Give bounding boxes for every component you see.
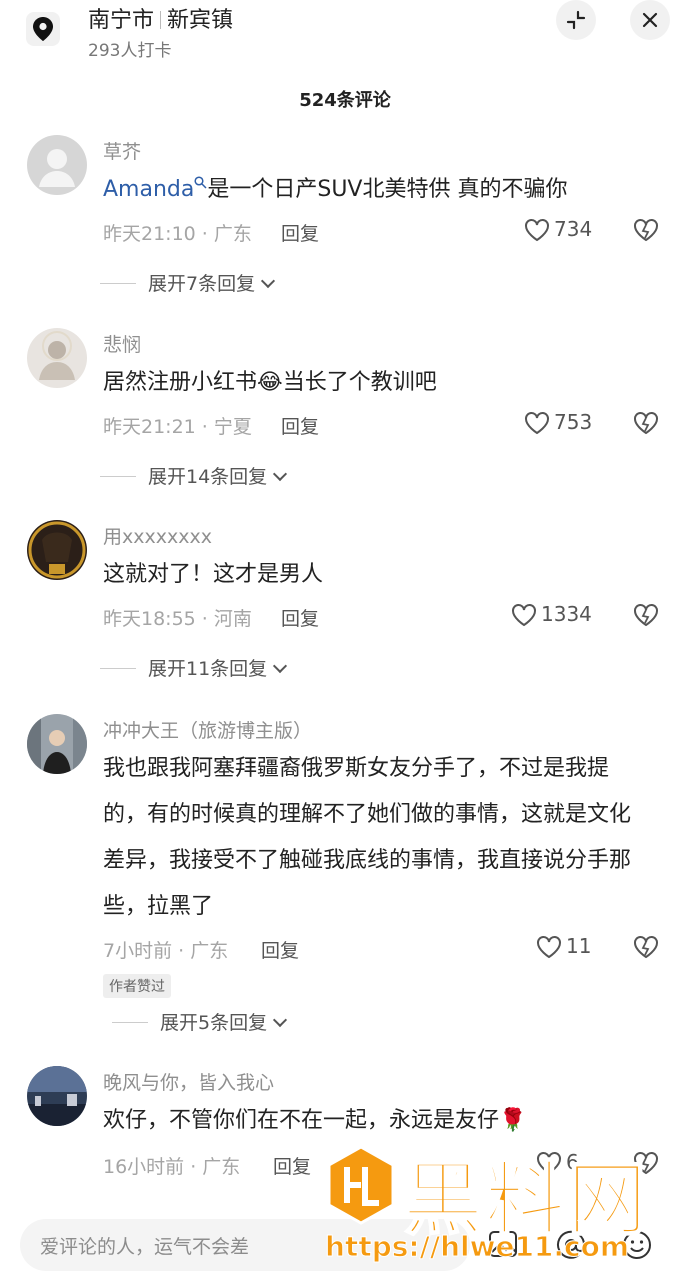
mention-link[interactable]: Amanda xyxy=(103,177,194,202)
dislike-button[interactable] xyxy=(632,410,660,440)
comment-username[interactable]: 悲悯 xyxy=(103,330,141,357)
dislike-button[interactable] xyxy=(632,217,660,247)
avatar[interactable] xyxy=(27,520,87,580)
comment-text: 我也跟我阿塞拜疆裔俄罗斯女友分手了，不过是我提的，有的时候真的理解不了她们做的事… xyxy=(103,756,632,919)
comment-username[interactable]: 冲冲大王（旅游博主版） xyxy=(103,716,312,743)
heart-icon xyxy=(525,412,549,435)
chevron-down-icon xyxy=(273,466,288,482)
close-icon xyxy=(642,12,658,28)
comment-meta: 昨天18:55 · 河南 xyxy=(103,608,252,630)
divider xyxy=(112,1022,148,1023)
input-placeholder: 爱评论的人，运气不会差 xyxy=(40,1236,250,1258)
comment-username[interactable]: 草芥 xyxy=(103,137,141,164)
like-button[interactable]: 11 xyxy=(536,934,591,959)
heart-icon xyxy=(512,604,536,627)
search-icon xyxy=(194,176,207,189)
expand-replies-button[interactable]: 展开7条回复 xyxy=(100,269,276,296)
author-liked-badge: 作者赞过 xyxy=(103,974,171,998)
dislike-heart-icon xyxy=(634,412,658,435)
expand-label: 展开14条回复 xyxy=(148,466,268,488)
town-name: 新宾镇 xyxy=(167,8,234,33)
avatar[interactable] xyxy=(27,328,87,388)
comment-username[interactable]: 用xxxxxxxx xyxy=(103,522,212,549)
collapse-button[interactable] xyxy=(556,0,596,40)
image-button[interactable] xyxy=(488,1230,518,1262)
emoji-button[interactable] xyxy=(622,1230,652,1264)
like-button[interactable]: 6 xyxy=(536,1150,579,1175)
comment-input-bar: 爱评论的人，运气不会差 xyxy=(0,1205,690,1280)
reply-button[interactable]: 回复 xyxy=(273,1152,311,1179)
avatar[interactable] xyxy=(27,714,87,774)
like-count: 6 xyxy=(566,1150,579,1174)
avatar[interactable] xyxy=(27,135,87,195)
comment-text: 居然注册小红书😂当长了个教训吧 xyxy=(103,360,663,406)
dislike-heart-icon xyxy=(634,936,658,959)
expand-replies-button[interactable]: 展开14条回复 xyxy=(100,462,288,489)
comment-text: 这就对了！这才是男人 xyxy=(103,562,324,587)
location-header: 南宁市 新宾镇 293人打卡 xyxy=(0,0,690,75)
comment-meta: 16小时前 · 广东 xyxy=(103,1156,241,1178)
heart-icon xyxy=(525,219,549,242)
dislike-button[interactable] xyxy=(632,602,660,632)
comment-username[interactable]: 晚风与你，皆入我心 xyxy=(103,1068,274,1095)
heart-icon xyxy=(537,1152,561,1175)
reply-button[interactable]: 回复 xyxy=(281,412,319,439)
avatar[interactable] xyxy=(27,1066,87,1126)
comment-body: 当长了个教训吧 xyxy=(282,370,437,395)
comment-meta: 昨天21:21 · 宁夏 xyxy=(103,416,252,438)
chevron-down-icon xyxy=(273,1012,288,1028)
like-count: 1334 xyxy=(541,602,592,626)
divider xyxy=(160,11,162,29)
at-icon xyxy=(557,1230,586,1259)
comment-body: 是一个日产SUV北美特供 真的不骗你 xyxy=(207,177,568,202)
like-button[interactable]: 734 xyxy=(524,217,592,242)
comment-text: 欢仔，不管你们在不在一起，永远是友仔🌹 xyxy=(103,1108,527,1133)
reply-button[interactable]: 回复 xyxy=(281,219,319,246)
expand-replies-button[interactable]: 展开11条回复 xyxy=(100,654,288,681)
expand-label: 展开11条回复 xyxy=(148,658,268,680)
heart-icon xyxy=(537,936,561,959)
expand-replies-button[interactable]: 展开5条回复 xyxy=(112,1008,288,1035)
like-button[interactable]: 753 xyxy=(524,410,592,435)
comment-text: Amanda 是一个日产SUV北美特供 真的不骗你 xyxy=(103,167,663,213)
like-button[interactable]: 1334 xyxy=(511,602,592,627)
comment-meta: 7小时前 · 广东 xyxy=(103,940,229,962)
comment-meta: 昨天21:10 · 广东 xyxy=(103,223,252,245)
reply-button[interactable]: 回复 xyxy=(281,604,319,631)
chevron-down-icon xyxy=(273,658,288,674)
reply-button[interactable]: 回复 xyxy=(261,936,299,963)
divider xyxy=(100,283,136,284)
like-count: 753 xyxy=(554,410,593,434)
mention-button[interactable] xyxy=(556,1230,586,1264)
divider xyxy=(100,476,136,477)
city-name: 南宁市 xyxy=(88,8,155,33)
expand-label: 展开5条回复 xyxy=(160,1012,268,1034)
dislike-button[interactable] xyxy=(632,1150,660,1180)
laughing-emoji-icon: 😂 xyxy=(257,370,283,395)
dislike-heart-icon xyxy=(634,604,658,627)
emoji-icon xyxy=(623,1231,651,1259)
collapse-icon xyxy=(566,10,586,30)
expand-label: 展开7条回复 xyxy=(148,273,256,295)
location-title[interactable]: 南宁市 新宾镇 xyxy=(88,2,233,34)
location-pin-icon xyxy=(26,12,60,46)
comment-input[interactable]: 爱评论的人，运气不会差 xyxy=(20,1219,470,1271)
image-icon xyxy=(489,1231,517,1257)
close-button[interactable] xyxy=(630,0,670,40)
dislike-heart-icon xyxy=(634,1152,658,1175)
dislike-heart-icon xyxy=(634,219,658,242)
like-count: 11 xyxy=(566,934,592,958)
like-count: 734 xyxy=(554,217,593,241)
comment-count: 524条评论 xyxy=(299,90,391,111)
comment-body: 居然注册小红书 xyxy=(103,370,258,395)
chevron-down-icon xyxy=(261,273,276,289)
dislike-button[interactable] xyxy=(632,934,660,964)
divider xyxy=(100,668,136,669)
checkin-count: 293人打卡 xyxy=(88,41,172,61)
